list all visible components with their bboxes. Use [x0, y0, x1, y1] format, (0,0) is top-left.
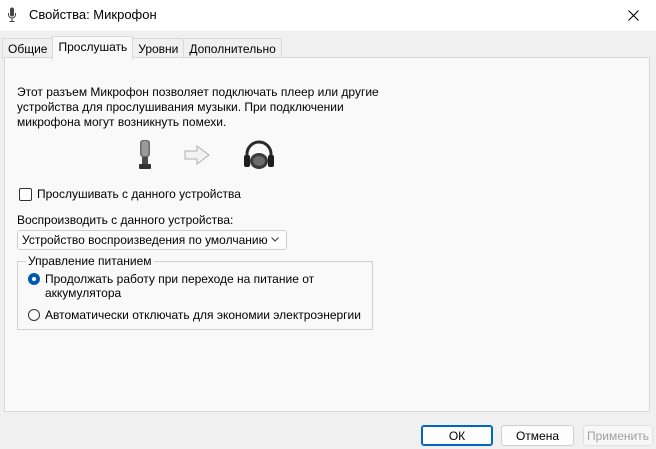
description-line: устройства для прослушивания музыки. При…	[17, 100, 344, 114]
close-icon	[627, 10, 639, 21]
close-button[interactable]	[610, 0, 656, 31]
radio-button[interactable]	[28, 309, 40, 321]
listen-tab-panel: Этот разъем Микрофон позволяет подключат…	[4, 57, 650, 412]
listen-checkbox[interactable]	[19, 187, 32, 201]
description-line: микрофона могут возникнуть помехи.	[17, 115, 227, 129]
title-bar[interactable]: Свойства: Микрофон	[0, 0, 656, 31]
listen-checkbox-row[interactable]: Прослушивать с данного устройства	[19, 187, 241, 201]
description-text: Этот разъем Микрофон позволяет подключат…	[17, 85, 379, 130]
listen-checkbox-label[interactable]: Прослушивать с данного устройства	[37, 187, 241, 201]
power-option-label: Продолжать работу при переходе на питани…	[45, 272, 314, 300]
power-management-group: Управление питанием Продолжать работу пр…	[17, 254, 373, 330]
playback-device-value: Устройство воспроизведения по умолчанию	[22, 233, 268, 247]
radio-button[interactable]	[28, 273, 40, 285]
headset-icon	[244, 140, 274, 169]
properties-dialog: Свойства: Микрофон Общие Прослушать Уров…	[0, 0, 656, 449]
tab-general[interactable]: Общие	[2, 38, 54, 59]
apply-button[interactable]: Применить	[583, 425, 653, 446]
tab-bar: Общие Прослушать Уровни Дополнительно	[2, 36, 282, 60]
chevron-down-icon	[271, 237, 279, 242]
playback-device-select[interactable]: Устройство воспроизведения по умолчанию	[17, 230, 287, 250]
power-option-auto-off[interactable]: Автоматически отключать для экономии эле…	[28, 308, 361, 322]
listen-illustration	[139, 140, 274, 169]
power-option-label-line: аккумулятора	[45, 286, 122, 300]
window-title: Свойства: Микрофон	[29, 7, 157, 22]
description-line: Этот разъем Микрофон позволяет подключат…	[17, 85, 379, 99]
playback-device-label: Воспроизводить с данного устройства:	[17, 213, 234, 227]
ok-button[interactable]: ОК	[421, 425, 493, 446]
tab-levels[interactable]: Уровни	[132, 38, 185, 59]
tab-listen[interactable]: Прослушать	[52, 36, 134, 60]
arrow-right-icon	[184, 145, 210, 165]
power-option-label-line: Продолжать работу при переходе на питани…	[45, 272, 315, 286]
power-management-title: Управление питанием	[26, 254, 154, 268]
microphone-icon	[139, 140, 151, 169]
power-option-label: Автоматически отключать для экономии эле…	[45, 308, 361, 322]
microphone-icon	[8, 7, 16, 22]
cancel-button[interactable]: Отмена	[501, 425, 574, 446]
power-option-continue[interactable]: Продолжать работу при переходе на питани…	[28, 272, 314, 300]
tab-advanced[interactable]: Дополнительно	[183, 38, 282, 59]
power-option-label-line: Автоматически отключать для экономии эле…	[45, 308, 361, 322]
